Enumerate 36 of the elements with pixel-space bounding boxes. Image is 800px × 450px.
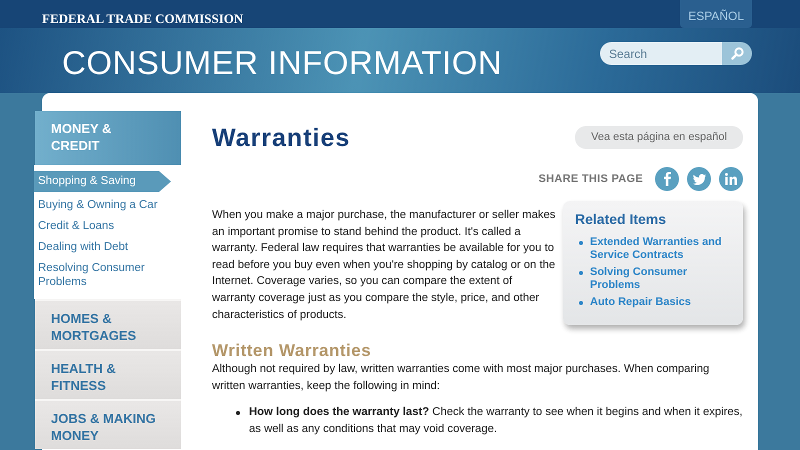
search-button[interactable] xyxy=(722,42,752,65)
sidebar-item[interactable]: Buying & Owning a Car xyxy=(34,195,169,216)
sidebar-section[interactable]: HOMES & MORTGAGES xyxy=(35,299,181,349)
sidebar-item[interactable]: Shopping & Saving xyxy=(34,171,171,192)
section-heading: Written Warranties xyxy=(212,341,372,362)
language-link[interactable]: ESPAÑOL xyxy=(680,0,752,28)
sidebar-section[interactable]: MONEY & CREDIT xyxy=(35,111,181,165)
share-button[interactable] xyxy=(687,167,711,191)
linkedin-icon xyxy=(725,173,737,185)
page-title: Warranties xyxy=(212,123,350,153)
sidebar-item[interactable]: Credit & Loans xyxy=(34,216,169,237)
sidebar-item[interactable]: Dealing with Debt xyxy=(34,237,169,258)
related-items-title: Related Items xyxy=(575,210,668,229)
facebook-icon xyxy=(664,172,670,186)
search-field[interactable]: Search xyxy=(600,42,722,65)
sidebar-section[interactable]: JOBS & MAKING MONEY xyxy=(35,399,181,449)
sidebar-section[interactable]: HEALTH & FITNESS xyxy=(35,349,181,399)
site-title: CONSUMER INFORMATION xyxy=(62,43,502,83)
related-link[interactable]: Extended Warranties and Service Contracts xyxy=(590,236,731,262)
bird-icon xyxy=(692,174,706,184)
share-button[interactable] xyxy=(719,167,743,191)
bullet-icon xyxy=(579,241,583,245)
bullet-icon xyxy=(579,271,583,275)
related-link[interactable]: Auto Repair Basics xyxy=(590,296,691,309)
agency-name: FEDERAL TRADE COMMISSION xyxy=(42,10,244,28)
search-icon xyxy=(730,47,744,60)
related-link[interactable]: Solving Consumer Problems xyxy=(590,266,731,292)
share-label: SHARE THIS PAGE xyxy=(538,172,643,187)
section-paragraph: Although not required by law, written warranties come with most major purchases. When comparing written warranties, keep the following in mind: xyxy=(212,362,710,394)
spanish-page-link[interactable]: Vea esta página en español xyxy=(575,126,743,149)
bullet-icon xyxy=(236,411,240,416)
intro-paragraph: When you make a major purchase, the manufacturer or seller makes an important promise to stand behind the product. It's called a warranty. Federal law requires that warranties be available for you to read before you buy even when you're shopping by catalog or on the Internet. Coverage varies, so you can compare the extent of warranty coverage just as you compare the style, price, and other characteristics of products. xyxy=(212,208,556,323)
share-button[interactable] xyxy=(655,167,679,191)
bullet-item: How long does the warranty last? Check the warranty to see when it begins and when it expires, as well as any conditions that may void coverage. xyxy=(249,405,743,438)
sidebar-item[interactable]: Resolving Consumer Problems xyxy=(34,258,169,293)
bullet-icon xyxy=(579,301,583,305)
